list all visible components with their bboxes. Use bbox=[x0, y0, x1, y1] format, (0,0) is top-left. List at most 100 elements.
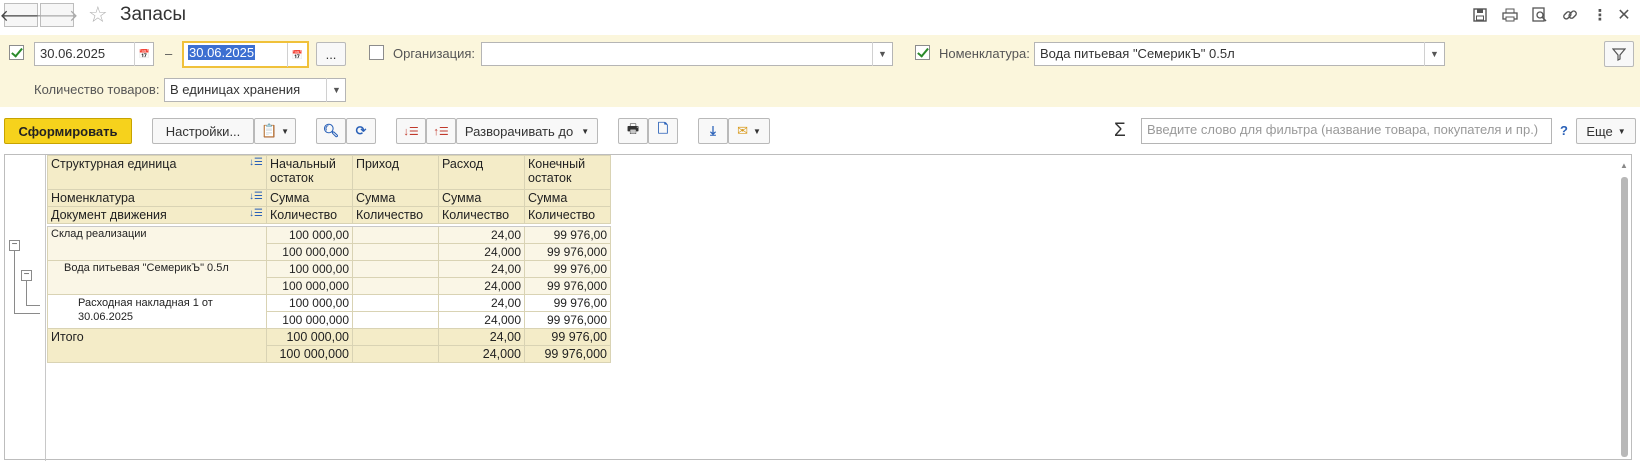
page-title: Запасы bbox=[120, 4, 187, 25]
header-cell: Сумма bbox=[524, 189, 611, 207]
close-icon[interactable]: ✕ bbox=[1614, 5, 1634, 25]
calendar-icon[interactable]: 📅 bbox=[287, 43, 307, 67]
cell: 99 976,00 bbox=[524, 294, 611, 312]
nomenclature-checkbox[interactable] bbox=[915, 45, 930, 60]
tree-line bbox=[26, 281, 27, 305]
cell: 100 000,000 bbox=[266, 243, 353, 261]
collapse-icon[interactable]: − bbox=[21, 270, 32, 281]
find-button[interactable]: 🔍︎ bbox=[316, 118, 346, 144]
print-icon[interactable] bbox=[1500, 5, 1520, 25]
vertical-scrollbar[interactable]: ▲ bbox=[1620, 161, 1629, 457]
cell: 99 976,000 bbox=[524, 345, 611, 363]
scrollbar-thumb[interactable] bbox=[1621, 177, 1628, 457]
chevron-down-icon[interactable]: ▼ bbox=[1424, 42, 1444, 66]
report-spreadsheet[interactable]: − − Структурная единица ↓☰ Начальный оста… bbox=[4, 154, 1632, 461]
header-cell: Структурная единица ↓☰ bbox=[47, 155, 267, 190]
period-select-button[interactable]: ... bbox=[316, 42, 346, 66]
tree-line bbox=[26, 305, 40, 306]
nomenclature-field[interactable]: Вода питьевая "СемерикЪ" 0.5л bbox=[1034, 42, 1445, 66]
cell bbox=[352, 243, 439, 261]
send-mail-button[interactable]: ✉ ▼ bbox=[728, 118, 770, 144]
cell: 99 976,00 bbox=[524, 226, 611, 244]
chevron-down-icon[interactable]: ▼ bbox=[872, 42, 892, 66]
preview-icon: 🗋 bbox=[657, 121, 669, 136]
tree-line bbox=[14, 313, 40, 314]
header-row: Номенклатура ↓☰ Сумма Сумма Сумма Сумма bbox=[47, 189, 611, 207]
expand-groups-button[interactable]: ↑☰ bbox=[426, 118, 456, 144]
filter-button[interactable] bbox=[1604, 41, 1634, 67]
header-cell: Количество bbox=[438, 206, 525, 224]
star-icon[interactable]: ☆ bbox=[88, 2, 108, 28]
cell: 100 000,00 bbox=[266, 294, 353, 312]
title-bar: 🡐 🡒 ☆ Запасы ⋮ ✕ bbox=[0, 0, 1640, 32]
settings-button[interactable]: Настройки... bbox=[152, 118, 254, 144]
filter-panel: 30.06.2025 📅 – 30.06.2025 📅 ... Организа… bbox=[0, 35, 1640, 107]
table-row[interactable]: Вода питьевая "СемерикЪ" 0.5л 100 000,00… bbox=[47, 260, 611, 295]
cell: 24,00 bbox=[438, 294, 525, 312]
row-name: Вода питьевая "СемерикЪ" 0.5л bbox=[47, 260, 267, 295]
search-input[interactable]: Введите слово для фильтра (название това… bbox=[1141, 118, 1552, 144]
cell: 99 976,000 bbox=[524, 243, 611, 261]
quantity-field[interactable]: В единицах хранения bbox=[164, 78, 346, 102]
total-label: Итого bbox=[47, 328, 267, 363]
period-checkbox[interactable] bbox=[9, 45, 24, 60]
organization-field[interactable] bbox=[481, 42, 893, 66]
header-cell: Номенклатура ↓☰ bbox=[47, 189, 267, 207]
find-next-button[interactable]: ⟳ bbox=[346, 118, 376, 144]
cell bbox=[352, 294, 439, 312]
header-cell: Сумма bbox=[352, 189, 439, 207]
generate-button[interactable]: Сформировать bbox=[4, 118, 132, 144]
cell bbox=[352, 311, 439, 329]
chevron-down-icon[interactable]: ▼ bbox=[326, 78, 346, 102]
back-button[interactable]: 🡐 bbox=[0, 3, 42, 27]
table-row[interactable]: Расходная накладная 1 от 30.06.2025 100 0… bbox=[47, 294, 611, 329]
cell: 99 976,000 bbox=[524, 277, 611, 295]
cell: 24,000 bbox=[438, 277, 525, 295]
cell bbox=[352, 345, 439, 363]
variant-button[interactable]: 📋 ▼ bbox=[254, 118, 296, 144]
collapse-icon[interactable]: − bbox=[9, 240, 20, 251]
row-name: Склад реализации bbox=[47, 226, 267, 261]
save-icon[interactable] bbox=[1470, 5, 1490, 25]
sort-down-icon: ↓☰ bbox=[403, 125, 419, 138]
print-button[interactable]: 🖶 bbox=[618, 118, 648, 144]
scroll-up-icon[interactable]: ▲ bbox=[1620, 161, 1628, 170]
more-vertical-icon[interactable]: ⋮ bbox=[1590, 5, 1610, 25]
cell: 24,000 bbox=[438, 345, 525, 363]
collapse-groups-button[interactable]: ↓☰ bbox=[396, 118, 426, 144]
sigma-icon[interactable]: Σ bbox=[1114, 120, 1126, 142]
cell: 100 000,00 bbox=[266, 226, 353, 244]
help-icon[interactable]: ? bbox=[1560, 123, 1568, 138]
sort-up-icon: ↑☰ bbox=[433, 125, 449, 138]
header-cell: Сумма bbox=[438, 189, 525, 207]
date-dash: – bbox=[165, 46, 173, 61]
cell: 100 000,00 bbox=[266, 328, 353, 346]
header-row: Документ движения ↓☰ Количество Количеств… bbox=[47, 206, 611, 224]
calendar-icon[interactable]: 📅 bbox=[134, 42, 154, 66]
table-row[interactable]: Склад реализации 100 000,00 24,00 99 976… bbox=[47, 226, 611, 261]
header-cell: Приход bbox=[352, 155, 439, 190]
save-file-button[interactable]: ⤓ bbox=[698, 118, 728, 144]
more-button[interactable]: Еще ▼ bbox=[1576, 118, 1636, 144]
preview-button[interactable]: 🗋 bbox=[648, 118, 678, 144]
tree-line bbox=[14, 251, 15, 313]
link-icon[interactable] bbox=[1560, 5, 1580, 25]
cell: 99 976,00 bbox=[524, 328, 611, 346]
organization-checkbox[interactable] bbox=[369, 45, 384, 60]
sort-icon: ↓☰ bbox=[249, 208, 263, 219]
header-cell: Документ движения ↓☰ bbox=[47, 206, 267, 224]
preview-icon[interactable] bbox=[1530, 5, 1550, 25]
cell bbox=[352, 277, 439, 295]
header-cell: Количество bbox=[266, 206, 353, 224]
chevron-down-icon: ▼ bbox=[281, 126, 290, 136]
download-icon: ⤓ bbox=[710, 123, 716, 138]
forward-button[interactable]: 🡒 bbox=[36, 3, 78, 27]
search-icon: 🔍︎ bbox=[322, 123, 340, 138]
total-row[interactable]: Итого 100 000,00 24,00 99 976,00 bbox=[47, 328, 611, 363]
cell: 100 000,00 bbox=[266, 260, 353, 278]
sort-icon: ↓☰ bbox=[249, 157, 263, 168]
expand-to-button[interactable]: Разворачивать до ▼ bbox=[456, 118, 598, 144]
arrow-right-icon: 🡒 bbox=[35, 7, 79, 25]
sort-icon: ↓☰ bbox=[249, 191, 263, 202]
cell bbox=[352, 260, 439, 278]
